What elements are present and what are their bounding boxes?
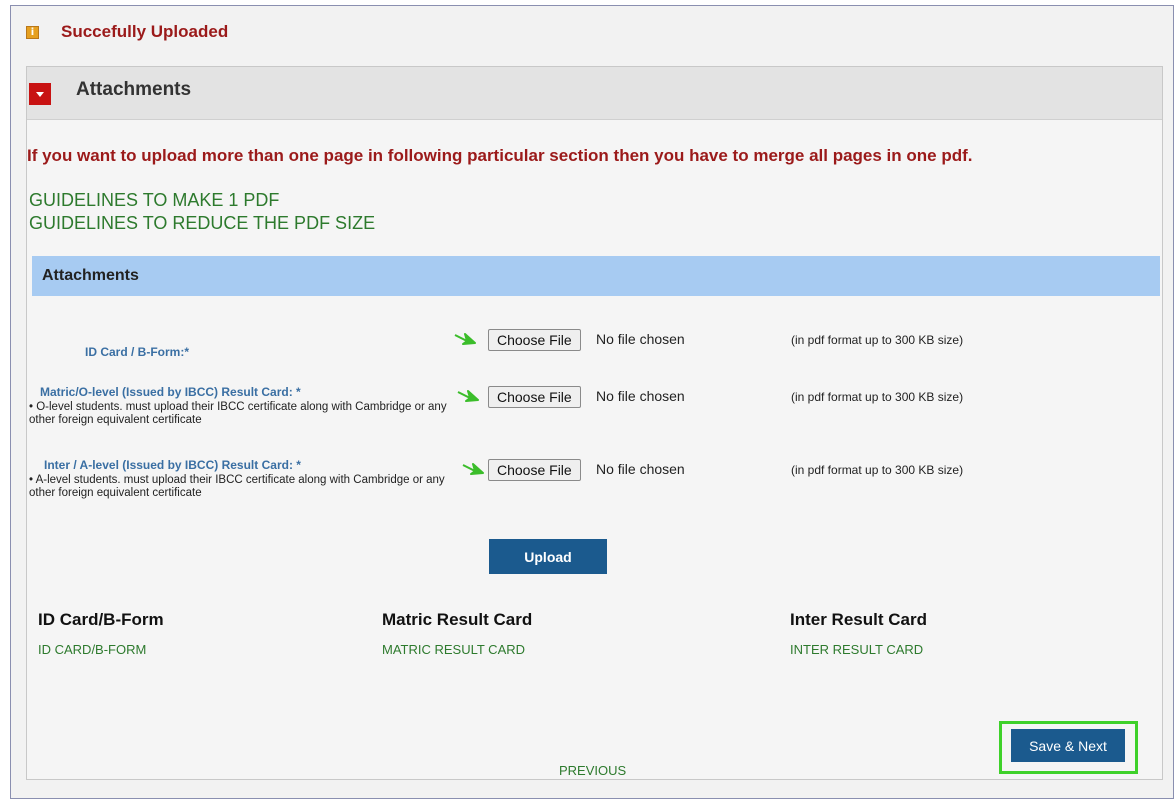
attachments-section-header: Attachments xyxy=(32,256,1160,296)
panel-title: Attachments xyxy=(76,79,192,100)
previous-link[interactable]: PREVIOUS xyxy=(559,763,626,778)
matric-choose-file-button[interactable]: Choose File xyxy=(488,386,581,408)
section-title: Attachments xyxy=(42,267,139,284)
guideline-make-pdf-link[interactable]: GUIDELINES TO MAKE 1 PDF xyxy=(29,190,279,211)
green-arrow-icon xyxy=(462,463,484,475)
green-arrow-icon xyxy=(457,390,479,402)
merge-warning: If you want to upload more than one page… xyxy=(27,146,973,165)
inter-result-heading: Inter Result Card xyxy=(790,610,927,629)
attachments-panel: Attachments If you want to upload more t… xyxy=(26,66,1163,780)
inter-result-link[interactable]: INTER RESULT CARD xyxy=(790,642,923,657)
inter-choose-file-button[interactable]: Choose File xyxy=(488,459,581,481)
id-card-choose-file-button[interactable]: Choose File xyxy=(488,329,581,351)
id-card-size-hint: (in pdf format up to 300 KB size) xyxy=(791,333,964,347)
success-alert: i Succefully Uploaded xyxy=(26,20,228,44)
inter-note: • A-level students. must upload their IB… xyxy=(29,474,445,499)
matric-note: • O-level students. must upload their IB… xyxy=(29,401,447,426)
id-card-file-status: No file chosen xyxy=(596,331,685,347)
caret-down-icon[interactable] xyxy=(29,83,51,105)
save-next-button[interactable]: Save & Next xyxy=(1011,729,1125,762)
panel-header: Attachments xyxy=(27,67,1162,120)
matric-label: Matric/O-level (Issued by IBCC) Result C… xyxy=(40,385,301,399)
id-card-result-link[interactable]: ID CARD/B-FORM xyxy=(38,642,146,657)
alert-message: Succefully Uploaded xyxy=(61,22,229,41)
guideline-reduce-size-link[interactable]: GUIDELINES TO REDUCE THE PDF SIZE xyxy=(29,213,375,234)
info-icon: i xyxy=(26,25,39,39)
inter-file-status: No file chosen xyxy=(596,461,685,477)
matric-size-hint: (in pdf format up to 300 KB size) xyxy=(791,390,964,404)
matric-result-link[interactable]: MATRIC RESULT CARD xyxy=(382,642,525,657)
matric-file-status: No file chosen xyxy=(596,388,685,404)
id-card-result-heading: ID Card/B-Form xyxy=(38,610,164,629)
inter-label: Inter / A-level (Issued by IBCC) Result … xyxy=(44,458,301,472)
green-arrow-icon xyxy=(454,333,476,345)
matric-result-heading: Matric Result Card xyxy=(382,610,533,629)
upload-button[interactable]: Upload xyxy=(489,539,607,574)
inter-size-hint: (in pdf format up to 300 KB size) xyxy=(791,463,964,477)
id-card-label: ID Card / B-Form:* xyxy=(85,345,190,359)
